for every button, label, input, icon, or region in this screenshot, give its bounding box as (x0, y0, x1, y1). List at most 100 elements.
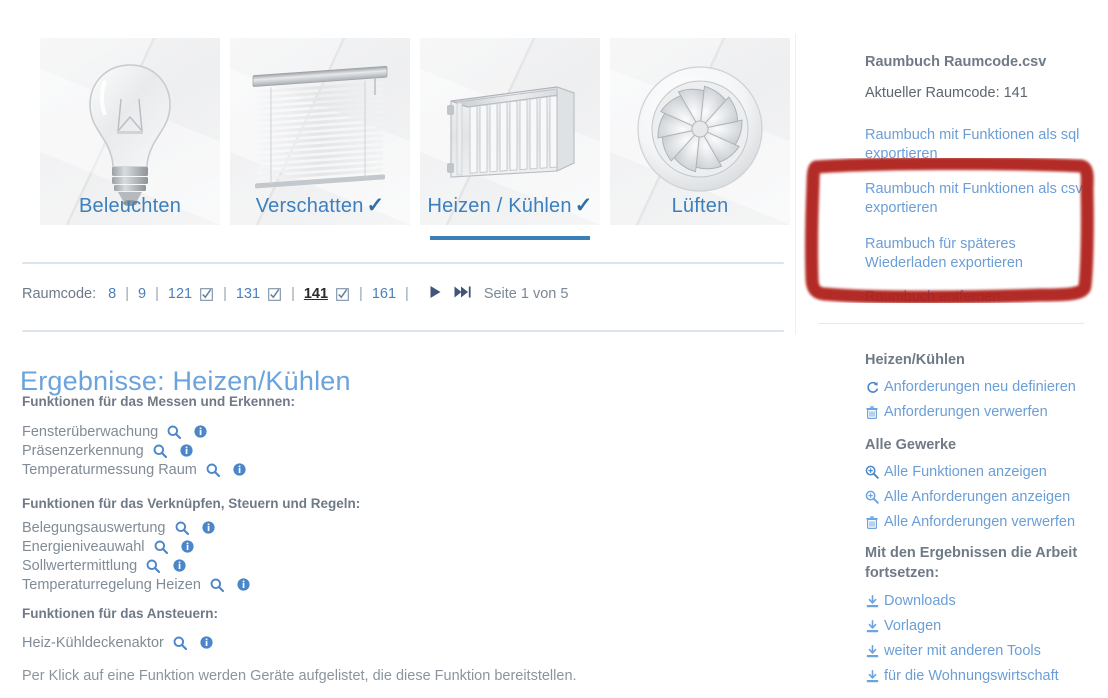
sidebar-section-heading-gewerk: Heizen/Kühlen (865, 352, 965, 368)
sidebar-item-label: weiter mit anderen Tools (884, 643, 1041, 659)
remove-raumbuch-link[interactable]: Raumbuch entfernen (865, 288, 1087, 307)
download-icon (865, 619, 879, 633)
sidebar-section-heading-weiter: Mit den Ergebnissen die Arbeit fortsetze… (865, 545, 1078, 581)
info-icon[interactable] (194, 425, 207, 438)
group-heading-messen: Funktionen für das Messen und Erkennen: (22, 394, 296, 409)
card-label-text: Beleuchten (78, 195, 182, 217)
export-csv-link[interactable]: Raumbuch mit Funktionen als csv exportie… (865, 180, 1087, 218)
sidebar-item-alle-anforderungen-anzeigen[interactable]: Alle Anforderungen anzeigen (865, 489, 1070, 505)
function-row[interactable]: Präsenzerkennung (22, 441, 246, 460)
sidebar-item-label: Alle Funktionen anzeigen (884, 464, 1047, 480)
function-row[interactable]: Energieniveauwahl (22, 537, 250, 556)
air-diffuser-image[interactable]: Lüften (610, 38, 790, 225)
sidebar-item-weiter-mit-anderen-tools[interactable]: weiter mit anderen Tools (865, 643, 1041, 659)
raumcode-checkbox-131[interactable] (268, 287, 281, 301)
card-label: Beleuchten (40, 195, 220, 218)
function-row[interactable]: Fensterüberwachung (22, 422, 246, 441)
sidebar-item-alle-funktionen-anzeigen[interactable]: Alle Funktionen anzeigen (865, 464, 1047, 480)
card-label-text: Heizen / Kühlen (427, 195, 572, 217)
sidebar-divider (818, 323, 1084, 324)
gewerk-card-verschatten[interactable]: Verschatten ✓ (230, 38, 410, 225)
app-page: Beleuchten Verschatten ✓ Heizen / Kühlen… (0, 0, 1108, 698)
export-reload-link[interactable]: Raumbuch für späteres Wiederladen export… (865, 235, 1087, 273)
lightbulb-image[interactable]: Beleuchten (40, 38, 220, 225)
sidebar-item-alle-anforderungen-verwerfen[interactable]: Alle Anforderungen verwerfen (865, 514, 1075, 530)
function-row[interactable]: Heiz-Kühldeckenaktor (22, 633, 213, 652)
gewerk-card-heizen-kuehlen[interactable]: Heizen / Kühlen ✓ (420, 38, 600, 240)
search-plus-icon (865, 490, 879, 504)
raumcode-label: Raumcode: (22, 286, 97, 302)
card-label: Verschatten ✓ (230, 193, 410, 218)
sidebar-item-label: Downloads (884, 593, 956, 609)
raumcode-link-161[interactable]: 161 (372, 286, 396, 302)
search-plus-icon (865, 465, 879, 479)
function-list-messen: Fensterüberwachung Präsenzerkennung Temp (22, 422, 246, 479)
function-name: Heiz-Kühldeckenaktor (22, 634, 164, 651)
info-icon[interactable] (180, 540, 194, 553)
active-indicator (430, 236, 590, 240)
raumcode-separator: | (405, 286, 409, 302)
download-icon (865, 594, 879, 608)
raumcode-checkbox-141[interactable] (336, 287, 349, 301)
sidebar-item-downloads[interactable]: Downloads (865, 593, 956, 609)
function-name: Belegungsauswertung (22, 519, 166, 536)
function-name: Energieniveauwahl (22, 538, 145, 555)
info-icon[interactable] (173, 559, 186, 572)
sidebar-item-anforderungen-verwerfen[interactable]: Anforderungen verwerfen (865, 404, 1048, 420)
info-icon[interactable] (233, 463, 246, 476)
radiator-image[interactable]: Heizen / Kühlen ✓ (420, 38, 600, 225)
page-title: Ergebnisse: Heizen/Kühlen (20, 366, 351, 397)
divider-top (22, 262, 784, 264)
function-row[interactable]: Sollwertermittlung (22, 556, 250, 575)
search-icon[interactable] (154, 540, 168, 554)
search-icon[interactable] (173, 636, 187, 650)
refresh-icon (865, 381, 879, 394)
info-icon[interactable] (201, 521, 215, 534)
page-status: Seite 1 von 5 (483, 286, 569, 302)
info-icon[interactable] (237, 578, 250, 591)
raumcode-link-141-current[interactable]: 141 (304, 286, 328, 302)
function-row[interactable]: Belegungsauswertung (22, 518, 250, 537)
raumcode-link-121[interactable]: 121 (168, 286, 192, 302)
function-row[interactable]: Temperaturregelung Heizen (22, 575, 250, 594)
footnote-text: Per Klick auf eine Funktion werden Gerät… (22, 668, 577, 684)
sidebar-section-heading-alle: Alle Gewerke (865, 437, 957, 453)
sidebar-item-label: Anforderungen verwerfen (884, 404, 1048, 420)
search-icon[interactable] (146, 559, 161, 573)
raumcode-link-8[interactable]: 8 (108, 286, 116, 302)
sidebar-item-label: Vorlagen (884, 618, 942, 634)
raumcode-separator: | (223, 286, 227, 302)
sidebar-vertical-divider (795, 34, 796, 334)
gewerk-card-lueften[interactable]: Lüften (610, 38, 790, 225)
export-sql-link[interactable]: Raumbuch mit Funktionen als sql exportie… (865, 126, 1087, 164)
sidebar-item-wohnungswirtschaft[interactable]: für die Wohnungswirtschaft (865, 668, 1059, 684)
sidebar-item-anforderungen-neu-definieren[interactable]: Anforderungen neu definieren (865, 379, 1076, 395)
function-name: Temperaturmessung Raum (22, 461, 197, 478)
info-icon[interactable] (200, 636, 213, 649)
function-row[interactable]: Temperaturmessung Raum (22, 460, 246, 479)
current-raumcode-label: Aktueller Raumcode: 141 (865, 85, 1028, 101)
download-icon (865, 669, 879, 683)
raumcode-link-131[interactable]: 131 (236, 286, 260, 302)
search-icon[interactable] (210, 578, 224, 592)
play-next-icon[interactable] (429, 285, 442, 303)
skip-to-last-icon[interactable] (454, 285, 472, 303)
search-icon[interactable] (167, 425, 182, 439)
gewerke-card-row: Beleuchten Verschatten ✓ Heizen / Kühlen… (40, 38, 790, 240)
raumbuch-title: Raumbuch Raumcode.csv (865, 54, 1047, 70)
function-name: Präsenzerkennung (22, 442, 144, 459)
check-mark-icon: ✓ (366, 194, 385, 217)
sidebar-item-vorlagen[interactable]: Vorlagen (865, 618, 941, 634)
divider-bottom (22, 330, 784, 332)
raumcode-link-9[interactable]: 9 (138, 286, 146, 302)
main-content: Beleuchten Verschatten ✓ Heizen / Kühlen… (0, 0, 795, 698)
window-blind-image[interactable]: Verschatten ✓ (230, 38, 410, 225)
search-icon[interactable] (153, 444, 167, 458)
search-icon[interactable] (175, 521, 189, 535)
info-icon[interactable] (180, 444, 193, 457)
raumcode-pagination: Raumcode: 8 | 9 | 121 | 131 | 141 | 161 … (22, 285, 568, 303)
raumcode-checkbox-121[interactable] (200, 287, 213, 301)
card-label-text: Lüften (671, 195, 729, 217)
gewerk-card-beleuchten[interactable]: Beleuchten (40, 38, 220, 225)
search-icon[interactable] (206, 463, 220, 477)
